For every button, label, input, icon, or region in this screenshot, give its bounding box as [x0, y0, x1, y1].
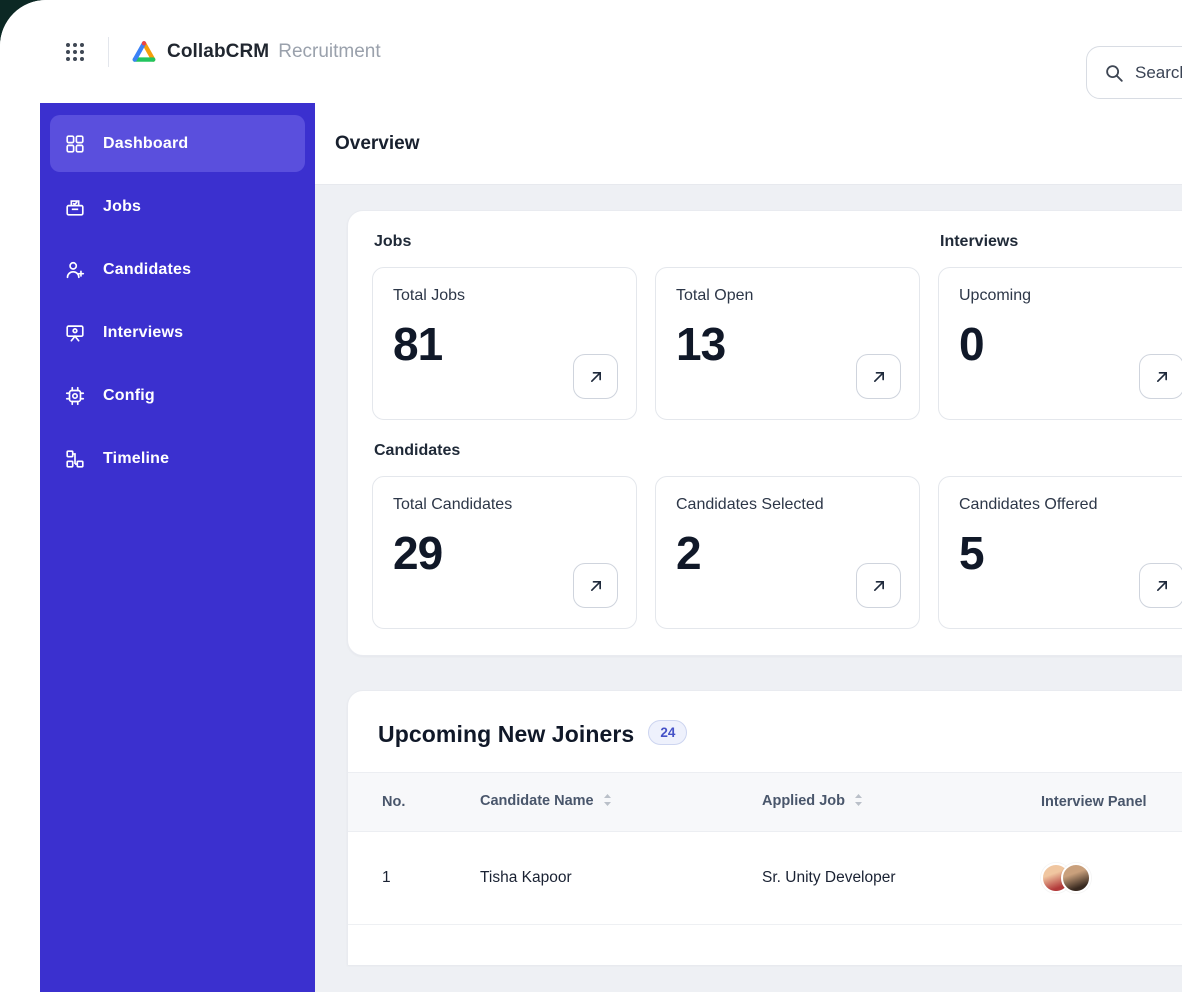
cell-interview-panel	[1007, 831, 1182, 925]
dashboard-icon	[64, 133, 86, 155]
joiners-header: Upcoming New Joiners 24	[348, 691, 1182, 772]
joiners-count-badge: 24	[648, 720, 688, 745]
stat-title: Total Jobs	[393, 287, 466, 304]
stat-title: Total Open	[676, 287, 754, 304]
product-name: Recruitment	[278, 40, 381, 62]
column-header-candidate-name[interactable]: Candidate Name	[446, 772, 728, 832]
open-candidates-selected-button[interactable]	[856, 563, 901, 608]
stat-card-total-jobs: Total Jobs 81	[372, 267, 637, 420]
stat-card-total-open: Total Open 13	[655, 267, 920, 420]
sidebar-item-timeline[interactable]: Timeline	[50, 430, 305, 487]
column-header-applied-job[interactable]: Applied Job	[728, 772, 1007, 832]
stat-title: Upcoming	[959, 287, 1032, 304]
stats-panel: Jobs Interviews Total Jobs 81 Total Open	[347, 210, 1182, 656]
search-box[interactable]	[1086, 46, 1182, 99]
sidebar-item-candidates[interactable]: Candidates	[50, 241, 305, 298]
candidates-icon	[64, 259, 86, 281]
applied-job-link[interactable]: Sr. Unity Developer	[728, 831, 1007, 925]
sidebar-item-label: Config	[103, 386, 155, 404]
joiners-table: No. Candidate Name Applied Job Interview…	[348, 772, 1182, 925]
joiners-title: Upcoming New Joiners	[378, 721, 635, 747]
joiners-panel: Upcoming New Joiners 24 No. Candidate Na…	[347, 690, 1182, 965]
sidebar-item-interviews[interactable]: Interviews	[50, 304, 305, 361]
search-input[interactable]	[1135, 62, 1182, 83]
stat-title: Total Candidates	[393, 496, 513, 513]
apps-grid-icon	[66, 42, 84, 61]
sidebar: Dashboard Jobs Candidates Interviews Con…	[40, 103, 315, 992]
top-header: CollabCRM Recruitment	[0, 0, 1182, 103]
apps-grid-button[interactable]	[62, 39, 88, 65]
interviews-icon	[64, 322, 86, 344]
table-header-row: No. Candidate Name Applied Job Interview…	[348, 772, 1182, 832]
stat-title: Candidates Offered	[959, 496, 1098, 513]
column-header-no: No.	[348, 772, 446, 832]
sidebar-item-jobs[interactable]: Jobs	[50, 178, 305, 235]
sidebar-item-label: Jobs	[103, 197, 142, 215]
arrow-up-right-icon	[873, 580, 884, 591]
timeline-icon	[64, 448, 86, 470]
sidebar-item-label: Dashboard	[103, 134, 189, 152]
brand-logo-icon	[132, 40, 156, 62]
stats-group-label-candidates: Candidates	[374, 442, 461, 459]
main-area: Overview Jobs Interviews Total Jobs 81 T…	[315, 103, 1182, 992]
open-total-jobs-button[interactable]	[573, 354, 618, 399]
table-row: 1 Tisha Kapoor Sr. Unity Developer	[348, 831, 1182, 925]
stat-card-total-candidates: Total Candidates 29	[372, 476, 637, 629]
stats-group-label-interviews: Interviews	[940, 233, 1019, 250]
arrow-up-right-icon	[590, 580, 601, 591]
header-divider	[108, 36, 109, 67]
arrow-up-right-icon	[590, 371, 601, 382]
column-header-interview-panel: Interview Panel	[1007, 772, 1182, 832]
avatar[interactable]	[1061, 863, 1091, 893]
interview-panel-avatars	[1041, 863, 1182, 893]
sidebar-item-label: Candidates	[103, 260, 192, 278]
page-title: Overview	[335, 132, 420, 154]
open-total-open-button[interactable]	[856, 354, 901, 399]
search-icon	[1106, 64, 1123, 82]
sidebar-item-label: Timeline	[103, 449, 170, 467]
brand-name: CollabCRM	[167, 40, 270, 62]
content: Jobs Interviews Total Jobs 81 Total Open	[315, 185, 1182, 965]
sort-icon[interactable]	[852, 793, 865, 811]
stat-card-candidates-selected: Candidates Selected 2	[655, 476, 920, 629]
page-header: Overview	[315, 103, 1182, 185]
open-total-candidates-button[interactable]	[573, 563, 618, 608]
jobs-icon	[64, 196, 86, 218]
arrow-up-right-icon	[1156, 580, 1167, 591]
sidebar-item-dashboard[interactable]: Dashboard	[50, 115, 305, 172]
open-upcoming-interviews-button[interactable]	[1139, 354, 1182, 399]
stat-card-upcoming-interviews: Upcoming 0	[938, 267, 1182, 420]
open-candidates-offered-button[interactable]	[1139, 563, 1182, 608]
sidebar-item-label: Interviews	[103, 323, 184, 341]
cell-no: 1	[348, 831, 446, 925]
arrow-up-right-icon	[873, 371, 884, 382]
stat-title: Candidates Selected	[676, 496, 824, 513]
stats-group-label-jobs: Jobs	[374, 233, 412, 250]
sidebar-item-config[interactable]: Config	[50, 367, 305, 424]
arrow-up-right-icon	[1156, 371, 1167, 382]
stage: CollabCRM Recruitment Dashboard	[0, 0, 1182, 992]
sort-icon[interactable]	[601, 793, 614, 811]
stats-group-label-spacer	[657, 233, 920, 255]
candidate-name-link[interactable]: Tisha Kapoor	[446, 831, 728, 925]
stat-card-candidates-offered: Candidates Offered 5	[938, 476, 1182, 629]
config-icon	[64, 385, 86, 407]
app-window: CollabCRM Recruitment Dashboard	[0, 0, 1182, 992]
